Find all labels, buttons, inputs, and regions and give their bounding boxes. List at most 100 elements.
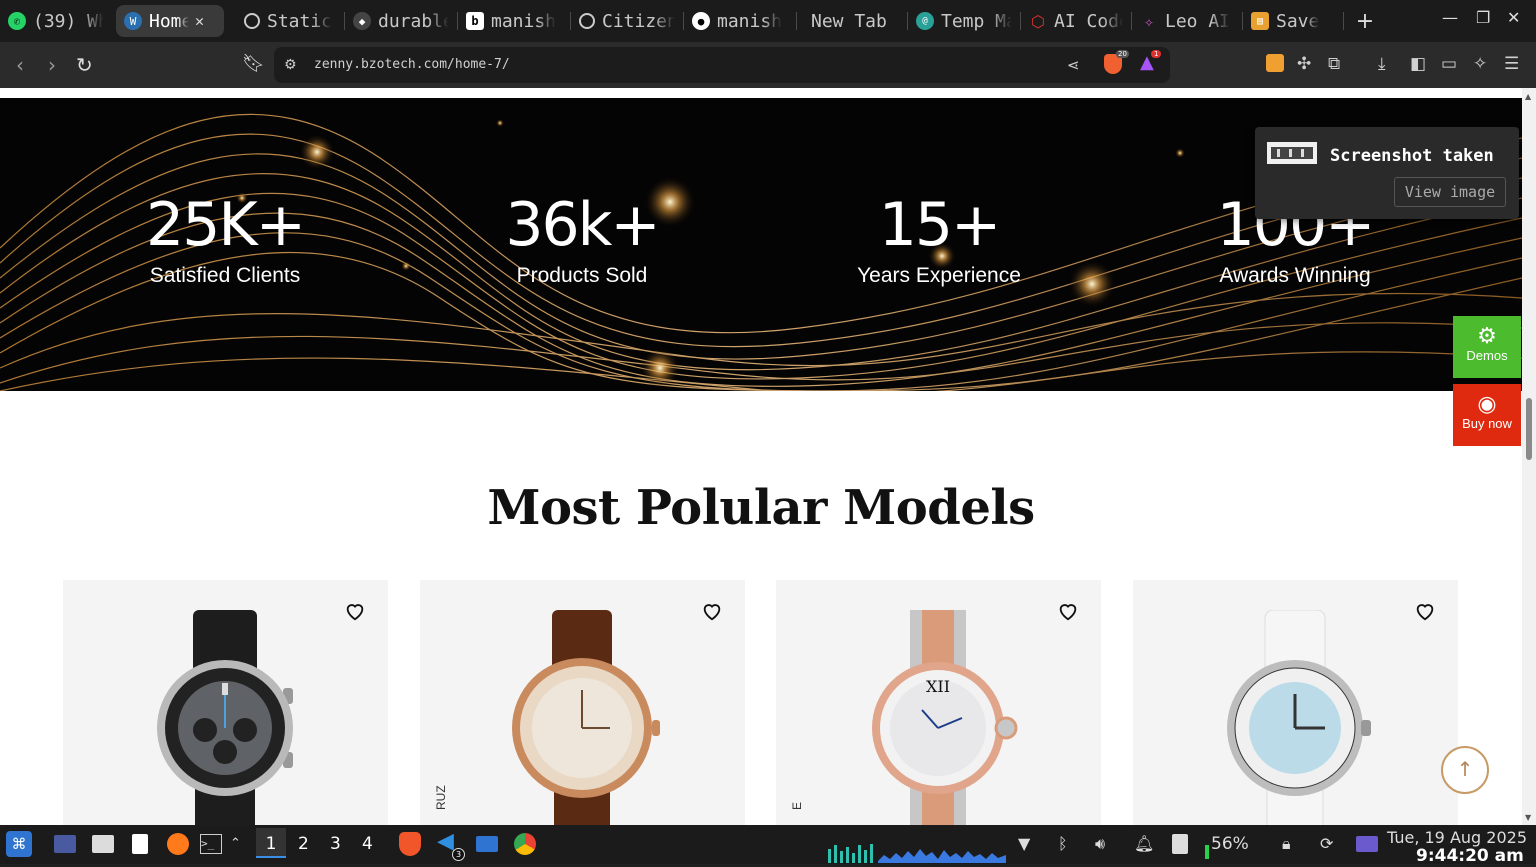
workspace-1[interactable]: 1 <box>256 828 286 858</box>
durable-icon: ◆ <box>353 12 371 30</box>
stat-value: 15+ <box>878 190 1002 260</box>
notifications-bell-icon[interactable]: 🔔︎ <box>1134 833 1154 855</box>
wishlist-heart-icon[interactable] <box>344 600 366 622</box>
network-activity-graph <box>828 844 1006 863</box>
stat-label: Awards Winning <box>1219 264 1371 287</box>
tab-github[interactable]: ● manish <box>684 5 796 37</box>
back-to-top-button[interactable]: ↑ <box>1441 746 1489 794</box>
tab-behance[interactable]: b manish <box>458 5 570 37</box>
workspace-3[interactable]: 3 <box>330 834 341 854</box>
demos-button[interactable]: ⚙ Demos <box>1453 316 1521 378</box>
extension-orange-icon[interactable] <box>1266 54 1284 72</box>
terminal-icon[interactable]: >_ <box>200 834 222 854</box>
lock-icon[interactable]: 🔒︎ <box>1282 833 1291 855</box>
scrollbar-thumb[interactable] <box>1526 398 1532 460</box>
tab-durable[interactable]: ◆ durable <box>345 5 457 37</box>
refresh-session-icon[interactable]: ⟳ <box>1320 833 1333 855</box>
tab-new-tab[interactable]: New Tab <box>797 5 907 37</box>
tab-temp-mail[interactable]: @ Temp Mail <box>908 5 1020 37</box>
wallet-icon[interactable]: ▭ <box>1441 54 1457 74</box>
leo-icon: ✧ <box>1144 11 1154 31</box>
forward-icon[interactable]: › <box>48 53 56 77</box>
wifi-icon[interactable]: ▼ <box>1018 833 1030 855</box>
url-text[interactable]: zenny.bzotech.com/home-7/ <box>314 57 510 72</box>
stat-label: Products Sold <box>516 264 648 287</box>
screen-capture-icon[interactable]: ⧉ <box>1328 54 1340 74</box>
openai-icon <box>244 13 260 29</box>
desktop-switcher-icon[interactable] <box>54 835 76 853</box>
watch-image <box>157 610 293 825</box>
site-settings-icon[interactable]: ⚙ <box>284 55 297 75</box>
folder-icon[interactable] <box>476 836 498 852</box>
scroll-down-arrow-icon[interactable]: ▼ <box>1525 813 1531 822</box>
menu-icon[interactable]: ☰ <box>1504 54 1519 74</box>
whatsapp-icon: ✆ <box>8 12 26 30</box>
tab-label: Home-7 <box>149 10 189 32</box>
address-bar[interactable]: ⚙ zenny.bzotech.com/home-7/ ⋖ 20 ▲ 1 <box>274 47 1170 83</box>
product-card[interactable] <box>63 580 388 825</box>
tab-static[interactable]: Static <box>236 5 344 37</box>
tab-label: Citizen <box>602 10 675 32</box>
page-scrollbar[interactable]: ▲ ▼ <box>1522 88 1536 825</box>
stat-value: 25K+ <box>146 190 306 260</box>
app-launcher-icon[interactable]: ⌘ <box>6 831 32 857</box>
stat-years-experience: 15+ Years Experience <box>789 190 1089 288</box>
new-tab-button[interactable]: + <box>1354 9 1376 34</box>
product-card[interactable]: XII E <box>776 580 1101 825</box>
leo-ai-icon[interactable]: ✧ <box>1473 54 1487 74</box>
tab-label: manish <box>717 10 783 32</box>
close-window-icon[interactable]: ✕ <box>1507 8 1520 27</box>
tray-expand-icon[interactable]: ⌃ <box>230 833 241 855</box>
share-icon[interactable]: ⋖ <box>1067 55 1080 75</box>
chrome-icon[interactable] <box>514 833 536 855</box>
tab-strip: ✆ (39) WhatsApp W Home-7 ✕ Static ◆ dura… <box>0 0 1536 42</box>
wishlist-heart-icon[interactable] <box>701 600 723 622</box>
view-image-button[interactable]: View image <box>1394 177 1506 207</box>
close-tab-icon[interactable]: ✕ <box>195 12 204 30</box>
tab-home-7[interactable]: W Home-7 ✕ <box>116 5 224 37</box>
maximize-icon[interactable]: ❐ <box>1476 8 1490 27</box>
tab-label: AI Code <box>1054 10 1123 32</box>
save-icon: ▤ <box>1251 12 1269 30</box>
tab-label: durable <box>378 10 449 32</box>
section-title: Most Polular Models <box>487 480 1035 536</box>
workspace-2[interactable]: 2 <box>298 834 309 854</box>
globe-icon <box>579 13 595 29</box>
sidebar-icon[interactable]: ◧ <box>1410 54 1426 74</box>
display-settings-icon[interactable] <box>1356 836 1378 852</box>
download-icon[interactable]: ⤓ <box>1378 54 1386 74</box>
document-viewer-icon[interactable] <box>132 834 148 854</box>
vscode-icon[interactable]: ◀ <box>437 831 454 853</box>
bookmark-icon[interactable]: 🔖︎ <box>242 53 265 74</box>
workspace-4[interactable]: 4 <box>362 834 373 854</box>
extensions-puzzle-icon[interactable]: ✣ <box>1297 54 1311 74</box>
tab-leo[interactable]: ✧ Leo AI <box>1132 5 1242 37</box>
stat-products-sold: 36k+ Products Sold <box>432 190 732 288</box>
tab-citizen[interactable]: Citizen <box>571 5 683 37</box>
back-icon[interactable]: ‹ <box>16 53 24 77</box>
buy-now-button[interactable]: ◉ Buy now <box>1453 384 1521 446</box>
firefox-icon[interactable] <box>167 833 189 855</box>
product-card[interactable] <box>1133 580 1458 825</box>
wishlist-heart-icon[interactable] <box>1057 600 1079 622</box>
vscode-window-count: 3 <box>452 848 465 861</box>
wishlist-heart-icon[interactable] <box>1414 600 1436 622</box>
clipboard-icon[interactable] <box>1172 834 1188 854</box>
page-viewport: 25K+ Satisfied Clients 36k+ Products Sol… <box>0 88 1522 825</box>
minimize-icon[interactable]: — <box>1442 8 1458 27</box>
tab-label: Static <box>267 10 333 32</box>
stat-value: 36k+ <box>505 190 660 260</box>
bluetooth-icon[interactable]: ᛒ <box>1058 833 1068 855</box>
tab-ai-code[interactable]: ⬡ AI Code <box>1021 5 1131 37</box>
product-card[interactable]: RUZ <box>420 580 745 825</box>
brave-taskbar-icon[interactable] <box>399 832 421 856</box>
scroll-up-arrow-icon[interactable]: ▲ <box>1525 92 1531 101</box>
volume-icon[interactable]: 🔊︎ <box>1095 833 1105 855</box>
watch-image <box>512 610 660 825</box>
browser-toolbar: ‹ › ↻ 🔖︎ ⚙ zenny.bzotech.com/home-7/ ⋖ 2… <box>0 42 1536 88</box>
tab-whatsapp[interactable]: ✆ (39) WhatsApp <box>0 5 112 37</box>
tab-save[interactable]: ▤ Save <box>1243 5 1343 37</box>
tab-label: New Tab <box>811 10 887 32</box>
reload-icon[interactable]: ↻ <box>76 53 93 77</box>
file-manager-icon[interactable] <box>92 835 114 853</box>
